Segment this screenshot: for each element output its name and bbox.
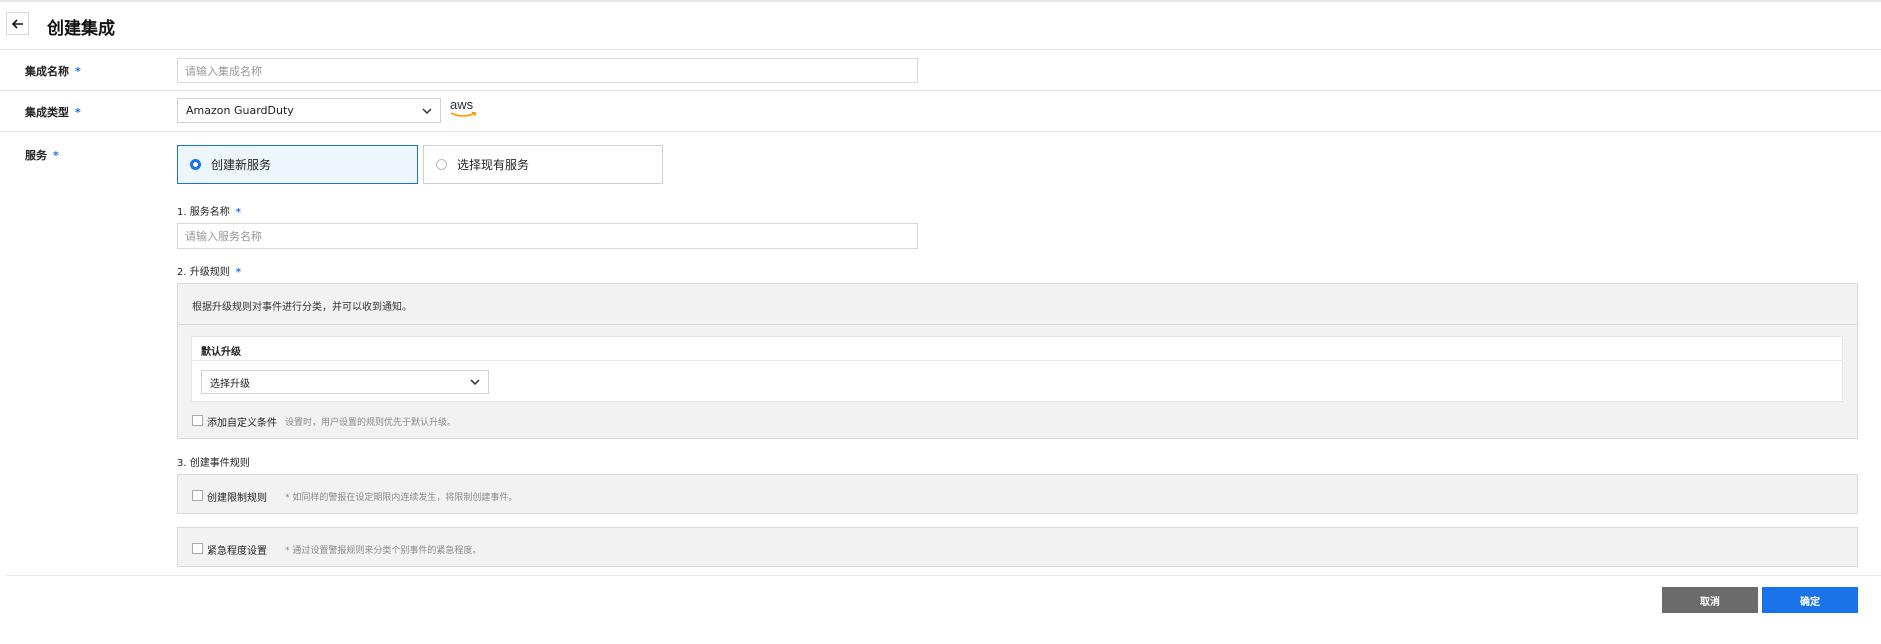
urgency-desc: * 通过设置警报规则来分类个别事件的紧急程度。 <box>285 546 482 556</box>
row-divider <box>0 90 1881 91</box>
limit-rule-label: 创建限制规则 <box>207 493 267 504</box>
radio-selected-icon <box>190 159 201 170</box>
type-label: 集成类型 * <box>25 106 81 119</box>
service-option-existing[interactable]: 选择现有服务 <box>423 145 663 184</box>
urgency-checkbox[interactable] <box>192 543 203 554</box>
service-name-input[interactable]: 请输入服务名称 <box>177 223 918 249</box>
service-option-existing-label: 选择现有服务 <box>457 158 530 172</box>
service-option-create-label: 创建新服务 <box>211 158 272 172</box>
urgency-label: 紧急程度设置 <box>207 546 267 557</box>
row-divider <box>0 131 1881 132</box>
default-escalation-title: 默认升级 <box>201 347 241 358</box>
page-header <box>0 2 1881 50</box>
escalation-description: 根据升级规则对事件进行分类，并可以收到通知。 <box>192 302 412 313</box>
arrow-left-icon <box>11 18 23 29</box>
aws-logo: aws <box>450 98 478 121</box>
custom-condition-desc: 设置时，用户设置的规则优先于默认升级。 <box>285 418 457 428</box>
back-button[interactable] <box>6 12 29 35</box>
box-divider <box>192 360 1842 361</box>
custom-condition-checkbox[interactable] <box>192 415 203 426</box>
service-option-create[interactable]: 创建新服务 <box>177 145 418 184</box>
chevron-down-icon <box>422 107 432 114</box>
name-label: 集成名称 * <box>25 65 81 78</box>
service-label: 服务 * <box>25 149 59 162</box>
limit-rule-desc: * 如同样的警报在设定期限内连续发生，将限制创建事件。 <box>285 493 518 503</box>
escalation-label: 2. 升级规则 * <box>177 267 241 278</box>
footer-divider <box>6 575 1881 576</box>
escalation-select-value: 选择升级 <box>210 378 250 390</box>
integration-name-input[interactable]: 请输入集成名称 <box>177 58 918 83</box>
limit-rule-checkbox[interactable] <box>192 490 203 501</box>
service-name-label: 1. 服务名称 * <box>177 207 241 218</box>
confirm-button[interactable]: 确定 <box>1762 587 1858 613</box>
event-rules-label: 3. 创建事件规则 <box>177 458 250 469</box>
chevron-down-icon <box>470 379 480 385</box>
custom-condition-label: 添加自定义条件 <box>207 418 277 429</box>
cancel-button[interactable]: 取消 <box>1662 587 1758 613</box>
escalation-select[interactable]: 选择升级 <box>201 370 489 394</box>
radio-unselected-icon <box>436 159 447 170</box>
integration-type-select[interactable]: Amazon GuardDuty <box>177 98 441 123</box>
panel-divider <box>178 324 1857 325</box>
aws-smile-icon <box>450 111 477 117</box>
type-select-value: Amazon GuardDuty <box>186 104 294 117</box>
page-title: 创建集成 <box>47 19 115 39</box>
